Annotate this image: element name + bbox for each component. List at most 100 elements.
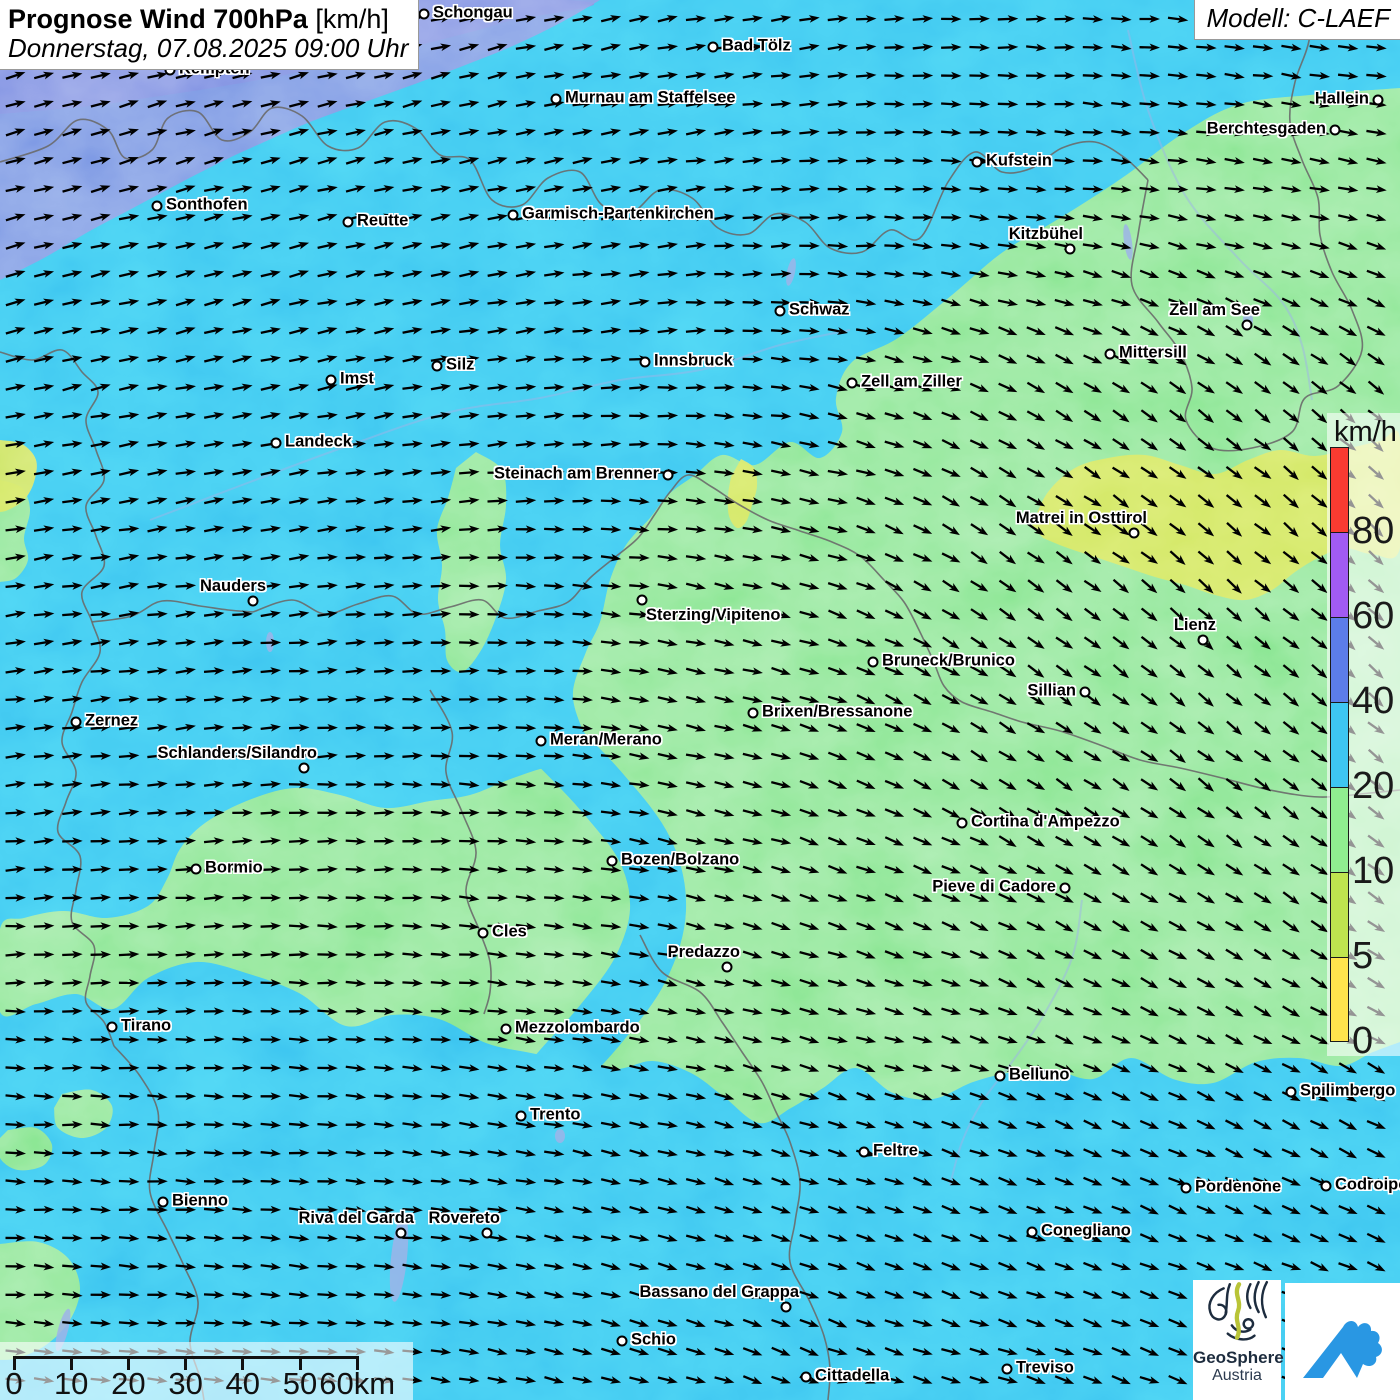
city-marker <box>972 157 983 168</box>
city-marker <box>1105 349 1116 360</box>
city-label: Cittadella <box>815 1367 889 1386</box>
city-label: Sterzing/Vipiteno <box>646 606 780 625</box>
city-label: Belluno <box>1009 1066 1070 1085</box>
scalebar-label: 50 <box>283 1366 317 1400</box>
city-label: Zell am See <box>1169 301 1260 320</box>
city-marker <box>1065 244 1076 255</box>
city-marker <box>71 717 82 728</box>
forecast-datetime: Donnerstag, 07.08.2025 09:00 Uhr <box>8 34 408 63</box>
city-marker <box>326 375 337 386</box>
city-label: Bozen/Bolzano <box>621 851 739 870</box>
city-marker <box>859 1147 870 1158</box>
city-marker <box>191 864 202 875</box>
city-marker <box>847 378 858 389</box>
city-label: Rovereto <box>428 1209 500 1228</box>
city-marker <box>158 1197 169 1208</box>
legend-segment <box>1330 957 1349 1042</box>
city-label: Landeck <box>285 433 352 452</box>
scalebar-label: 60km <box>319 1366 395 1400</box>
city-marker <box>781 1302 792 1313</box>
city-marker <box>1129 528 1140 539</box>
legend-segment <box>1330 872 1349 957</box>
city-marker <box>501 1024 512 1035</box>
legend-segment <box>1330 617 1349 702</box>
city-label: Schlanders/Silandro <box>157 744 317 763</box>
city-label: Conegliano <box>1041 1222 1131 1241</box>
city-marker <box>1373 95 1384 106</box>
scalebar-label: 40 <box>226 1366 260 1400</box>
city-label: Bormio <box>205 859 263 878</box>
legend-tick-label: 60 <box>1352 597 1398 635</box>
legend-tick-label: 80 <box>1352 512 1398 550</box>
city-marker <box>508 210 519 221</box>
city-label: Murnau am Staffelsee <box>565 89 736 108</box>
city-label: Pordenone <box>1195 1178 1281 1197</box>
city-marker <box>478 928 489 939</box>
city-marker <box>708 42 719 53</box>
city-marker <box>1080 687 1091 698</box>
city-marker <box>1330 125 1341 136</box>
city-label: Riva del Garda <box>298 1209 414 1228</box>
city-label: Bad Tölz <box>722 37 791 56</box>
legend-colorbar <box>1330 447 1349 1042</box>
city-label: Garmisch-Partenkirchen <box>522 205 714 224</box>
city-label: Sonthofen <box>166 196 248 215</box>
city-label: Steinach am Brenner <box>494 465 659 484</box>
legend-tick-label: 20 <box>1352 767 1398 805</box>
map-title-box: Prognose Wind 700hPa [km/h] Donnerstag, … <box>0 0 419 70</box>
legend-tick-label: 10 <box>1352 852 1398 890</box>
city-label: Brixen/Bressanone <box>762 703 912 722</box>
city-label: Imst <box>340 370 374 389</box>
city-label: Zell am Ziller <box>861 373 962 392</box>
city-label: Mittersill <box>1119 344 1187 363</box>
legend-tick-label: 5 <box>1352 937 1398 975</box>
city-label: Meran/Merano <box>550 731 662 750</box>
city-marker <box>551 94 562 105</box>
city-label: Berchtesgaden <box>1207 120 1326 139</box>
legend-tick-label: 0 <box>1352 1022 1398 1060</box>
city-marker <box>1321 1181 1332 1192</box>
city-marker <box>775 306 786 317</box>
weather-map-page: SchongauBad TölzKemptenMurnau am Staffel… <box>0 0 1400 1400</box>
city-label: Innsbruck <box>654 352 733 371</box>
city-label: Schongau <box>433 4 513 23</box>
legend-segment <box>1330 447 1349 532</box>
city-label: Tirano <box>121 1017 171 1036</box>
city-label: Feltre <box>873 1142 918 1161</box>
city-label: Silz <box>446 356 474 375</box>
city-label: Spilimbergo <box>1300 1082 1395 1101</box>
city-label: Schwaz <box>789 301 850 320</box>
city-label: Codroipo <box>1335 1176 1400 1195</box>
city-label: Kitzbühel <box>1009 225 1083 244</box>
city-marker <box>396 1228 407 1239</box>
city-marker <box>299 763 310 774</box>
scalebar-label: 20 <box>111 1366 145 1400</box>
city-marker <box>536 736 547 747</box>
city-marker <box>152 201 163 212</box>
city-label: Bruneck/Brunico <box>882 652 1015 671</box>
city-marker <box>617 1336 628 1347</box>
city-marker <box>748 708 759 719</box>
city-marker <box>995 1071 1006 1082</box>
city-label: Hallein <box>1315 90 1369 109</box>
city-marker <box>1181 1183 1192 1194</box>
city-label: Reutte <box>357 212 408 231</box>
city-marker <box>516 1111 527 1122</box>
city-label: Matrei in Osttirol <box>1016 509 1147 528</box>
city-marker <box>482 1228 493 1239</box>
city-marker <box>271 438 282 449</box>
city-label: Zernez <box>85 712 138 731</box>
city-marker <box>801 1372 812 1383</box>
city-marker <box>722 962 733 973</box>
city-marker <box>248 596 259 607</box>
city-marker <box>1002 1364 1013 1375</box>
city-marker <box>637 595 648 606</box>
wind-speed-legend: km/h 806040201050 <box>1327 413 1400 1056</box>
city-marker <box>1027 1227 1038 1238</box>
city-marker <box>868 657 879 668</box>
city-label: Kufstein <box>986 152 1052 171</box>
city-marker <box>607 856 618 867</box>
city-label: Cortina d'Ampezzo <box>971 813 1120 832</box>
mountain-cloud-icon <box>1293 1292 1393 1392</box>
legend-segment <box>1330 787 1349 872</box>
